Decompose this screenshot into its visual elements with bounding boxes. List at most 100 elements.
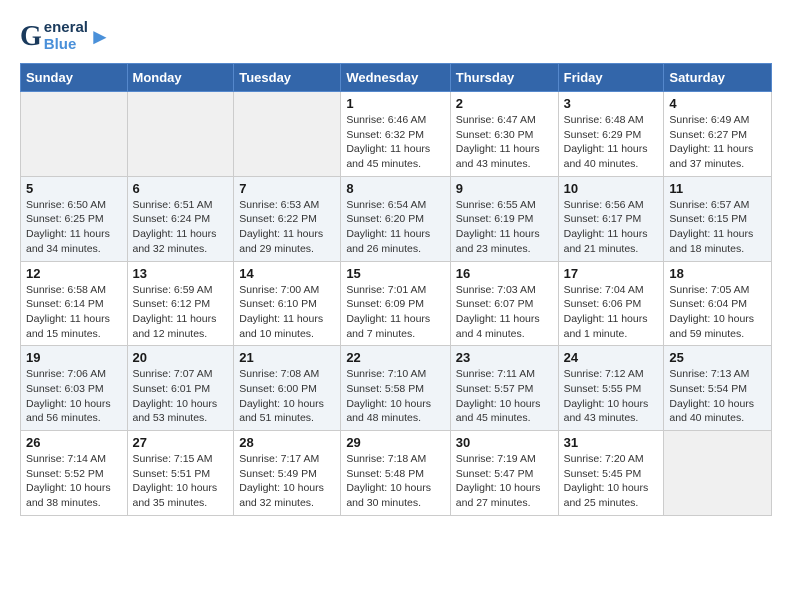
logo: G eneral Blue ► (20, 20, 111, 53)
day-info: Sunrise: 7:00 AM Sunset: 6:10 PM Dayligh… (239, 283, 335, 342)
day-number: 16 (456, 266, 553, 281)
calendar-cell: 14 Sunrise: 7:00 AM Sunset: 6:10 PM Dayli… (234, 261, 341, 346)
calendar-cell: 25 Sunrise: 7:13 AM Sunset: 5:54 PM Dayli… (664, 346, 772, 431)
calendar-cell: 13 Sunrise: 6:59 AM Sunset: 6:12 PM Dayli… (127, 261, 234, 346)
logo-line1: eneral (44, 20, 88, 37)
calendar-cell: 2 Sunrise: 6:47 AM Sunset: 6:30 PM Daylig… (450, 92, 558, 177)
day-header-wednesday: Wednesday (341, 64, 450, 92)
day-info: Sunrise: 7:13 AM Sunset: 5:54 PM Dayligh… (669, 367, 766, 426)
calendar-cell: 27Sunrise: 7:15 AM Sunset: 5:51 PM Dayli… (127, 431, 234, 516)
day-number: 17 (564, 266, 659, 281)
page-header: G eneral Blue ► (20, 20, 772, 53)
day-info: Sunrise: 7:17 AM Sunset: 5:49 PM Dayligh… (239, 452, 335, 511)
day-number: 26 (26, 435, 122, 450)
day-header-thursday: Thursday (450, 64, 558, 92)
day-number: 31 (564, 435, 659, 450)
day-number: 24 (564, 350, 659, 365)
calendar-table: SundayMondayTuesdayWednesdayThursdayFrid… (20, 63, 772, 516)
day-number: 1 (346, 96, 444, 111)
day-number: 5 (26, 181, 122, 196)
day-info: Sunrise: 7:06 AM Sunset: 6:03 PM Dayligh… (26, 367, 122, 426)
day-number: 9 (456, 181, 553, 196)
day-info: Sunrise: 7:11 AM Sunset: 5:57 PM Dayligh… (456, 367, 553, 426)
day-header-saturday: Saturday (664, 64, 772, 92)
header-row: SundayMondayTuesdayWednesdayThursdayFrid… (21, 64, 772, 92)
calendar-cell: 21 Sunrise: 7:08 AM Sunset: 6:00 PM Dayli… (234, 346, 341, 431)
calendar-cell: 1Sunrise: 6:46 AM Sunset: 6:32 PM Daylig… (341, 92, 450, 177)
calendar-cell: 17 Sunrise: 7:04 AM Sunset: 6:06 PM Dayli… (558, 261, 664, 346)
day-info: Sunrise: 6:49 AM Sunset: 6:27 PM Dayligh… (669, 113, 766, 172)
calendar-cell: 20 Sunrise: 7:07 AM Sunset: 6:01 PM Dayli… (127, 346, 234, 431)
day-number: 27 (133, 435, 229, 450)
calendar-cell: 23 Sunrise: 7:11 AM Sunset: 5:57 PM Dayli… (450, 346, 558, 431)
calendar-cell: 22Sunrise: 7:10 AM Sunset: 5:58 PM Dayli… (341, 346, 450, 431)
day-number: 22 (346, 350, 444, 365)
day-header-tuesday: Tuesday (234, 64, 341, 92)
day-number: 3 (564, 96, 659, 111)
calendar-cell: 30Sunrise: 7:19 AM Sunset: 5:47 PM Dayli… (450, 431, 558, 516)
calendar-cell: 11 Sunrise: 6:57 AM Sunset: 6:15 PM Dayli… (664, 176, 772, 261)
day-info: Sunrise: 6:50 AM Sunset: 6:25 PM Dayligh… (26, 198, 122, 257)
logo-lines: eneral Blue (44, 20, 88, 53)
day-number: 10 (564, 181, 659, 196)
day-info: Sunrise: 6:53 AM Sunset: 6:22 PM Dayligh… (239, 198, 335, 257)
day-header-monday: Monday (127, 64, 234, 92)
day-info: Sunrise: 7:04 AM Sunset: 6:06 PM Dayligh… (564, 283, 659, 342)
day-info: Sunrise: 7:20 AM Sunset: 5:45 PM Dayligh… (564, 452, 659, 511)
week-row-5: 26 Sunrise: 7:14 AM Sunset: 5:52 PM Dayli… (21, 431, 772, 516)
day-number: 25 (669, 350, 766, 365)
day-info: Sunrise: 6:58 AM Sunset: 6:14 PM Dayligh… (26, 283, 122, 342)
day-info: Sunrise: 6:51 AM Sunset: 6:24 PM Dayligh… (133, 198, 229, 257)
calendar-cell: 18 Sunrise: 7:05 AM Sunset: 6:04 PM Dayli… (664, 261, 772, 346)
day-number: 23 (456, 350, 553, 365)
calendar-cell: 15 Sunrise: 7:01 AM Sunset: 6:09 PM Dayli… (341, 261, 450, 346)
calendar-cell (234, 92, 341, 177)
day-number: 15 (346, 266, 444, 281)
calendar-cell (664, 431, 772, 516)
week-row-4: 19 Sunrise: 7:06 AM Sunset: 6:03 PM Dayli… (21, 346, 772, 431)
day-number: 20 (133, 350, 229, 365)
calendar-cell: 5 Sunrise: 6:50 AM Sunset: 6:25 PM Daylig… (21, 176, 128, 261)
day-number: 28 (239, 435, 335, 450)
calendar-cell: 7 Sunrise: 6:53 AM Sunset: 6:22 PM Daylig… (234, 176, 341, 261)
day-number: 12 (26, 266, 122, 281)
week-row-1: 1Sunrise: 6:46 AM Sunset: 6:32 PM Daylig… (21, 92, 772, 177)
day-number: 2 (456, 96, 553, 111)
logo-icon: ► (89, 26, 111, 48)
day-info: Sunrise: 6:56 AM Sunset: 6:17 PM Dayligh… (564, 198, 659, 257)
day-info: Sunrise: 7:14 AM Sunset: 5:52 PM Dayligh… (26, 452, 122, 511)
day-info: Sunrise: 7:12 AM Sunset: 5:55 PM Dayligh… (564, 367, 659, 426)
calendar-cell: 28 Sunrise: 7:17 AM Sunset: 5:49 PM Dayli… (234, 431, 341, 516)
day-info: Sunrise: 6:55 AM Sunset: 6:19 PM Dayligh… (456, 198, 553, 257)
calendar-cell: 8Sunrise: 6:54 AM Sunset: 6:20 PM Daylig… (341, 176, 450, 261)
calendar-cell: 10 Sunrise: 6:56 AM Sunset: 6:17 PM Dayli… (558, 176, 664, 261)
day-header-friday: Friday (558, 64, 664, 92)
day-number: 21 (239, 350, 335, 365)
day-number: 4 (669, 96, 766, 111)
day-number: 14 (239, 266, 335, 281)
day-info: Sunrise: 7:01 AM Sunset: 6:09 PM Dayligh… (346, 283, 444, 342)
logo-line2: Blue (44, 37, 88, 54)
calendar-cell: 19 Sunrise: 7:06 AM Sunset: 6:03 PM Dayli… (21, 346, 128, 431)
day-info: Sunrise: 7:07 AM Sunset: 6:01 PM Dayligh… (133, 367, 229, 426)
day-number: 7 (239, 181, 335, 196)
day-number: 18 (669, 266, 766, 281)
day-number: 13 (133, 266, 229, 281)
day-info: Sunrise: 6:59 AM Sunset: 6:12 PM Dayligh… (133, 283, 229, 342)
day-number: 11 (669, 181, 766, 196)
day-number: 29 (346, 435, 444, 450)
day-info: Sunrise: 6:47 AM Sunset: 6:30 PM Dayligh… (456, 113, 553, 172)
calendar-cell: 29Sunrise: 7:18 AM Sunset: 5:48 PM Dayli… (341, 431, 450, 516)
calendar-cell: 6Sunrise: 6:51 AM Sunset: 6:24 PM Daylig… (127, 176, 234, 261)
calendar-cell: 26 Sunrise: 7:14 AM Sunset: 5:52 PM Dayli… (21, 431, 128, 516)
day-info: Sunrise: 6:48 AM Sunset: 6:29 PM Dayligh… (564, 113, 659, 172)
day-info: Sunrise: 6:54 AM Sunset: 6:20 PM Dayligh… (346, 198, 444, 257)
calendar-cell: 12 Sunrise: 6:58 AM Sunset: 6:14 PM Dayli… (21, 261, 128, 346)
day-number: 19 (26, 350, 122, 365)
calendar-cell: 31 Sunrise: 7:20 AM Sunset: 5:45 PM Dayli… (558, 431, 664, 516)
day-info: Sunrise: 6:57 AM Sunset: 6:15 PM Dayligh… (669, 198, 766, 257)
day-info: Sunrise: 7:05 AM Sunset: 6:04 PM Dayligh… (669, 283, 766, 342)
calendar-cell: 3 Sunrise: 6:48 AM Sunset: 6:29 PM Daylig… (558, 92, 664, 177)
day-header-sunday: Sunday (21, 64, 128, 92)
day-info: Sunrise: 7:08 AM Sunset: 6:00 PM Dayligh… (239, 367, 335, 426)
